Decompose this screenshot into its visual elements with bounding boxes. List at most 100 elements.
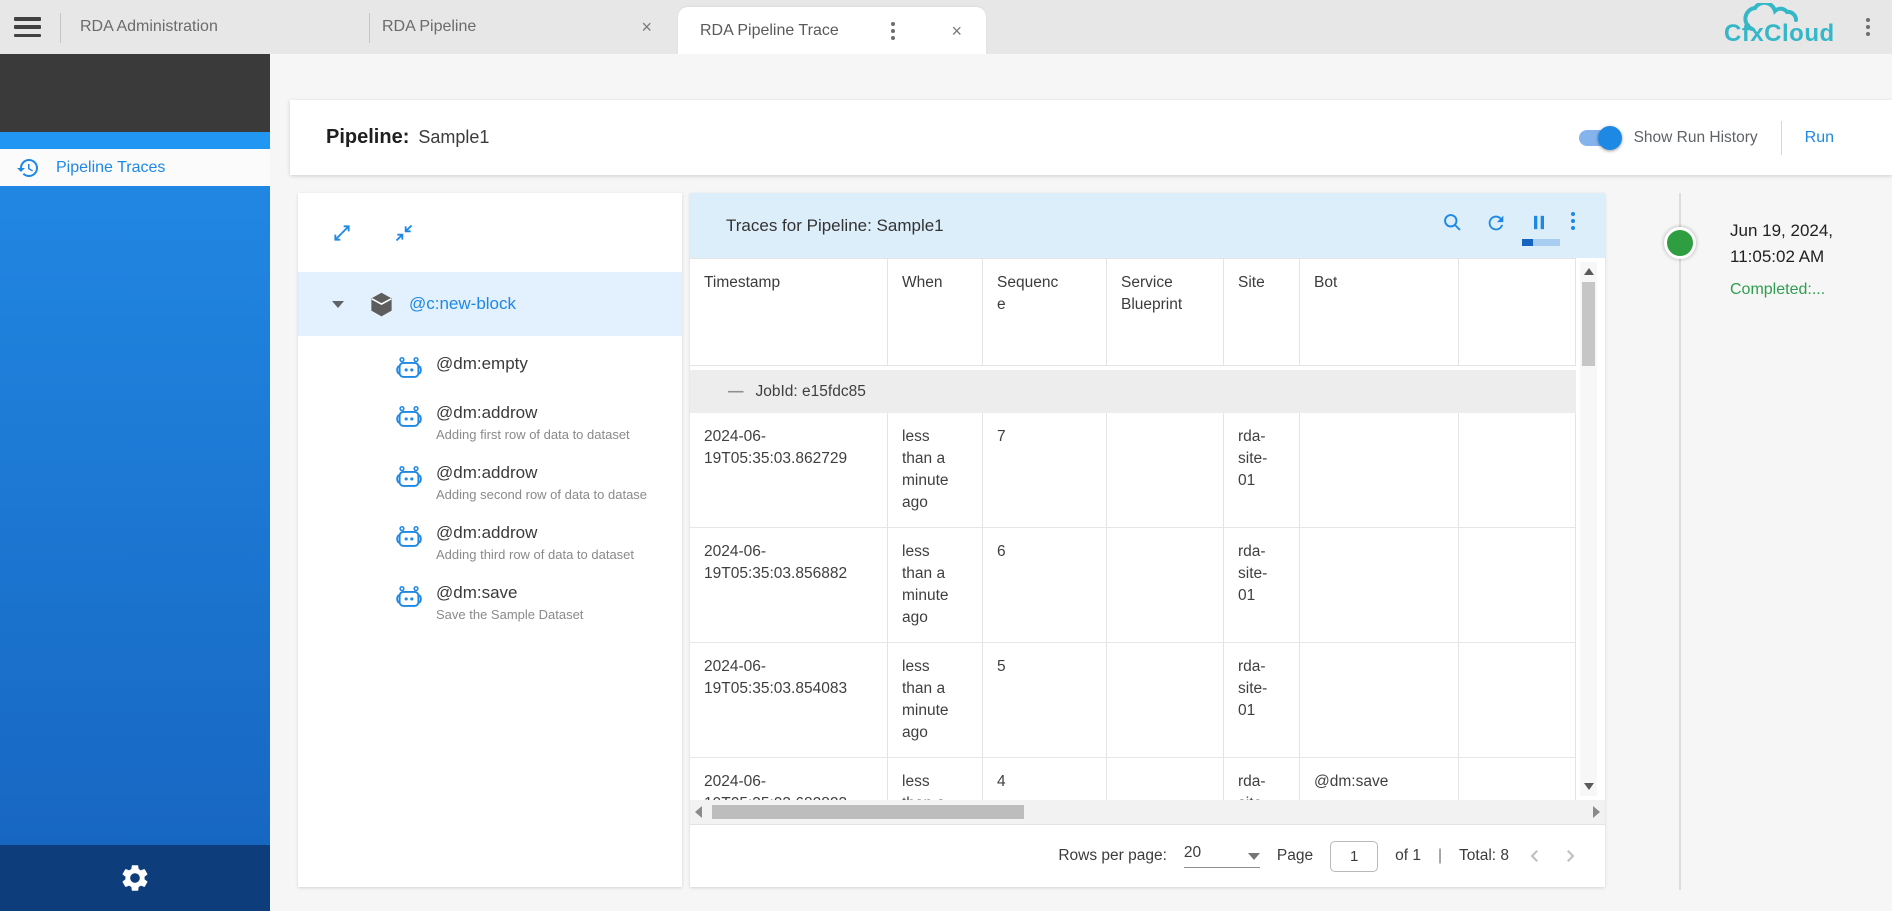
robot-icon xyxy=(394,355,424,382)
column-header-timestamp[interactable]: Timestamp xyxy=(690,259,888,365)
table-row[interactable]: 2024-06-19T05:35:03.682823 less than a m… xyxy=(690,758,1576,800)
kebab-icon[interactable] xyxy=(1571,212,1575,230)
table-row[interactable]: 2024-06-19T05:35:03.862729 less than a m… xyxy=(690,413,1576,528)
search-icon[interactable] xyxy=(1442,212,1463,238)
tree-node-label: @dm:save xyxy=(436,583,583,603)
chevron-down-icon[interactable] xyxy=(332,301,344,308)
column-header-empty xyxy=(1459,259,1576,365)
tab-rda-pipeline-trace-active[interactable]: RDA Pipeline Trace × xyxy=(678,7,986,54)
table-header-row: Timestamp When Sequence Service Blueprin… xyxy=(690,258,1576,366)
pipeline-tree-card: @c:new-block @dm:empty @dm:addrow Adding… xyxy=(298,193,682,887)
tree-node-dm-addrow-2[interactable]: @dm:addrow Adding second row of data to … xyxy=(394,463,682,502)
cell-timestamp: 2024-06-19T05:35:03.862729 xyxy=(704,426,854,470)
column-header-bot[interactable]: Bot xyxy=(1300,259,1459,365)
close-icon[interactable]: × xyxy=(637,16,656,38)
sidebar-footer xyxy=(0,845,270,911)
cell-when: less than a minute ago xyxy=(902,771,952,800)
vertical-scrollbar[interactable] xyxy=(1580,262,1597,796)
run-button[interactable]: Run xyxy=(1805,129,1834,147)
top-tab-bar: RDA Administration RDA Pipeline × RDA Pi… xyxy=(0,0,1892,54)
collapse-all-icon[interactable] xyxy=(394,223,414,248)
horizontal-scrollbar[interactable] xyxy=(690,800,1605,824)
scroll-right-icon[interactable] xyxy=(1593,806,1600,818)
chevron-right-icon[interactable] xyxy=(1561,847,1579,865)
sidebar-item-label: Pipeline Traces xyxy=(56,159,165,177)
tree-node-label: @c:new-block xyxy=(409,294,516,314)
tree-node-dm-addrow-1[interactable]: @dm:addrow Adding first row of data to d… xyxy=(394,403,682,442)
column-header-site[interactable]: Site xyxy=(1224,259,1300,365)
column-header-service-blueprint[interactable]: Service Blueprint xyxy=(1107,259,1224,365)
timeline-line xyxy=(1679,193,1681,890)
collapse-group-icon[interactable]: — xyxy=(728,383,744,401)
tree-node-label: @dm:addrow xyxy=(436,403,630,423)
chevron-down-icon xyxy=(1248,853,1260,860)
scroll-down-icon[interactable] xyxy=(1584,783,1594,790)
cell-bot: @dm:save xyxy=(1300,758,1459,800)
column-header-when[interactable]: When xyxy=(888,259,983,365)
cell-bot xyxy=(1300,413,1459,527)
tab-rda-administration[interactable]: RDA Administration xyxy=(66,0,369,54)
table-row[interactable]: 2024-06-19T05:35:03.856882 less than a m… xyxy=(690,528,1576,643)
sidebar-accent-strip xyxy=(0,132,270,149)
tab-rda-pipeline[interactable]: RDA Pipeline × xyxy=(370,0,672,54)
run-status-dot[interactable] xyxy=(1664,227,1696,259)
vertical-divider xyxy=(1781,121,1782,155)
robot-icon xyxy=(394,524,424,551)
page-input[interactable] xyxy=(1330,841,1378,872)
sidebar-header-block xyxy=(0,54,270,132)
show-run-history-toggle[interactable] xyxy=(1579,130,1619,146)
cell-sequence: 5 xyxy=(983,643,1107,757)
run-date: Jun 19, 2024, xyxy=(1730,218,1888,244)
cell-site: rda-site-01 xyxy=(1238,656,1275,722)
tab-label: RDA Pipeline xyxy=(382,18,476,36)
column-header-sequence[interactable]: Sequence xyxy=(983,259,1107,365)
chevron-left-icon[interactable] xyxy=(1526,847,1544,865)
cell-service-blueprint xyxy=(1107,413,1224,527)
sidebar-item-pipeline-traces[interactable]: Pipeline Traces xyxy=(0,149,270,186)
pause-icon[interactable] xyxy=(1529,212,1549,238)
expand-all-icon[interactable] xyxy=(332,223,352,248)
robot-icon xyxy=(394,404,424,431)
hamburger-icon[interactable] xyxy=(14,17,41,37)
tree-node-dm-addrow-3[interactable]: @dm:addrow Adding third row of data to d… xyxy=(394,523,682,562)
kebab-icon[interactable] xyxy=(891,22,895,40)
vertical-scroll-thumb[interactable] xyxy=(1582,282,1595,366)
tree-node-dm-save[interactable]: @dm:save Save the Sample Dataset xyxy=(394,583,682,622)
refresh-icon[interactable] xyxy=(1485,212,1507,239)
logo-text: CfxCloud xyxy=(1724,20,1835,48)
history-icon xyxy=(16,156,40,180)
cell-when: less than a minute ago xyxy=(902,426,952,514)
job-group-label: JobId: e15fdc85 xyxy=(756,383,866,401)
cell-when: less than a minute ago xyxy=(902,541,952,629)
traces-title: Traces for Pipeline: Sample1 xyxy=(726,216,944,236)
cell-when: less than a minute ago xyxy=(902,656,952,744)
tree-node-description: Adding third row of data to dataset xyxy=(436,547,634,562)
run-history-entry[interactable]: Jun 19, 2024, 11:05:02 AM Completed:... xyxy=(1730,218,1888,302)
scroll-up-icon[interactable] xyxy=(1584,268,1594,275)
cell-empty xyxy=(1459,528,1576,642)
tab-label: RDA Administration xyxy=(80,18,218,36)
cell-bot xyxy=(1300,643,1459,757)
cell-site: rda-site-01 xyxy=(1238,541,1275,607)
tree-node-label: @dm:addrow xyxy=(436,463,647,483)
total-label: Total: 8 xyxy=(1459,847,1509,865)
tree-node-label: @dm:empty xyxy=(436,354,528,374)
gear-icon[interactable] xyxy=(119,862,151,894)
cell-service-blueprint xyxy=(1107,758,1224,800)
job-group-row[interactable]: — JobId: e15fdc85 xyxy=(690,370,1576,413)
cell-service-blueprint xyxy=(1107,643,1224,757)
tab-label: RDA Pipeline Trace xyxy=(700,22,839,40)
scroll-left-icon[interactable] xyxy=(695,806,702,818)
tree-node-new-block[interactable]: @c:new-block xyxy=(298,272,682,336)
tree-node-dm-empty[interactable]: @dm:empty xyxy=(394,354,682,382)
tree-node-label: @dm:addrow xyxy=(436,523,634,543)
close-icon[interactable]: × xyxy=(947,20,966,42)
cell-site: rda-site-01 xyxy=(1238,771,1275,800)
table-row[interactable]: 2024-06-19T05:35:03.854083 less than a m… xyxy=(690,643,1576,758)
run-status-label: Completed:... xyxy=(1730,278,1888,302)
rows-per-page-select[interactable]: 20 xyxy=(1184,844,1260,868)
browser-kebab-icon[interactable] xyxy=(1866,18,1870,36)
horizontal-scroll-thumb[interactable] xyxy=(712,805,1024,819)
show-run-history-label: Show Run History xyxy=(1634,129,1758,147)
pagination-bar: Rows per page: 20 Page of 1 | Total: 8 xyxy=(690,824,1605,887)
